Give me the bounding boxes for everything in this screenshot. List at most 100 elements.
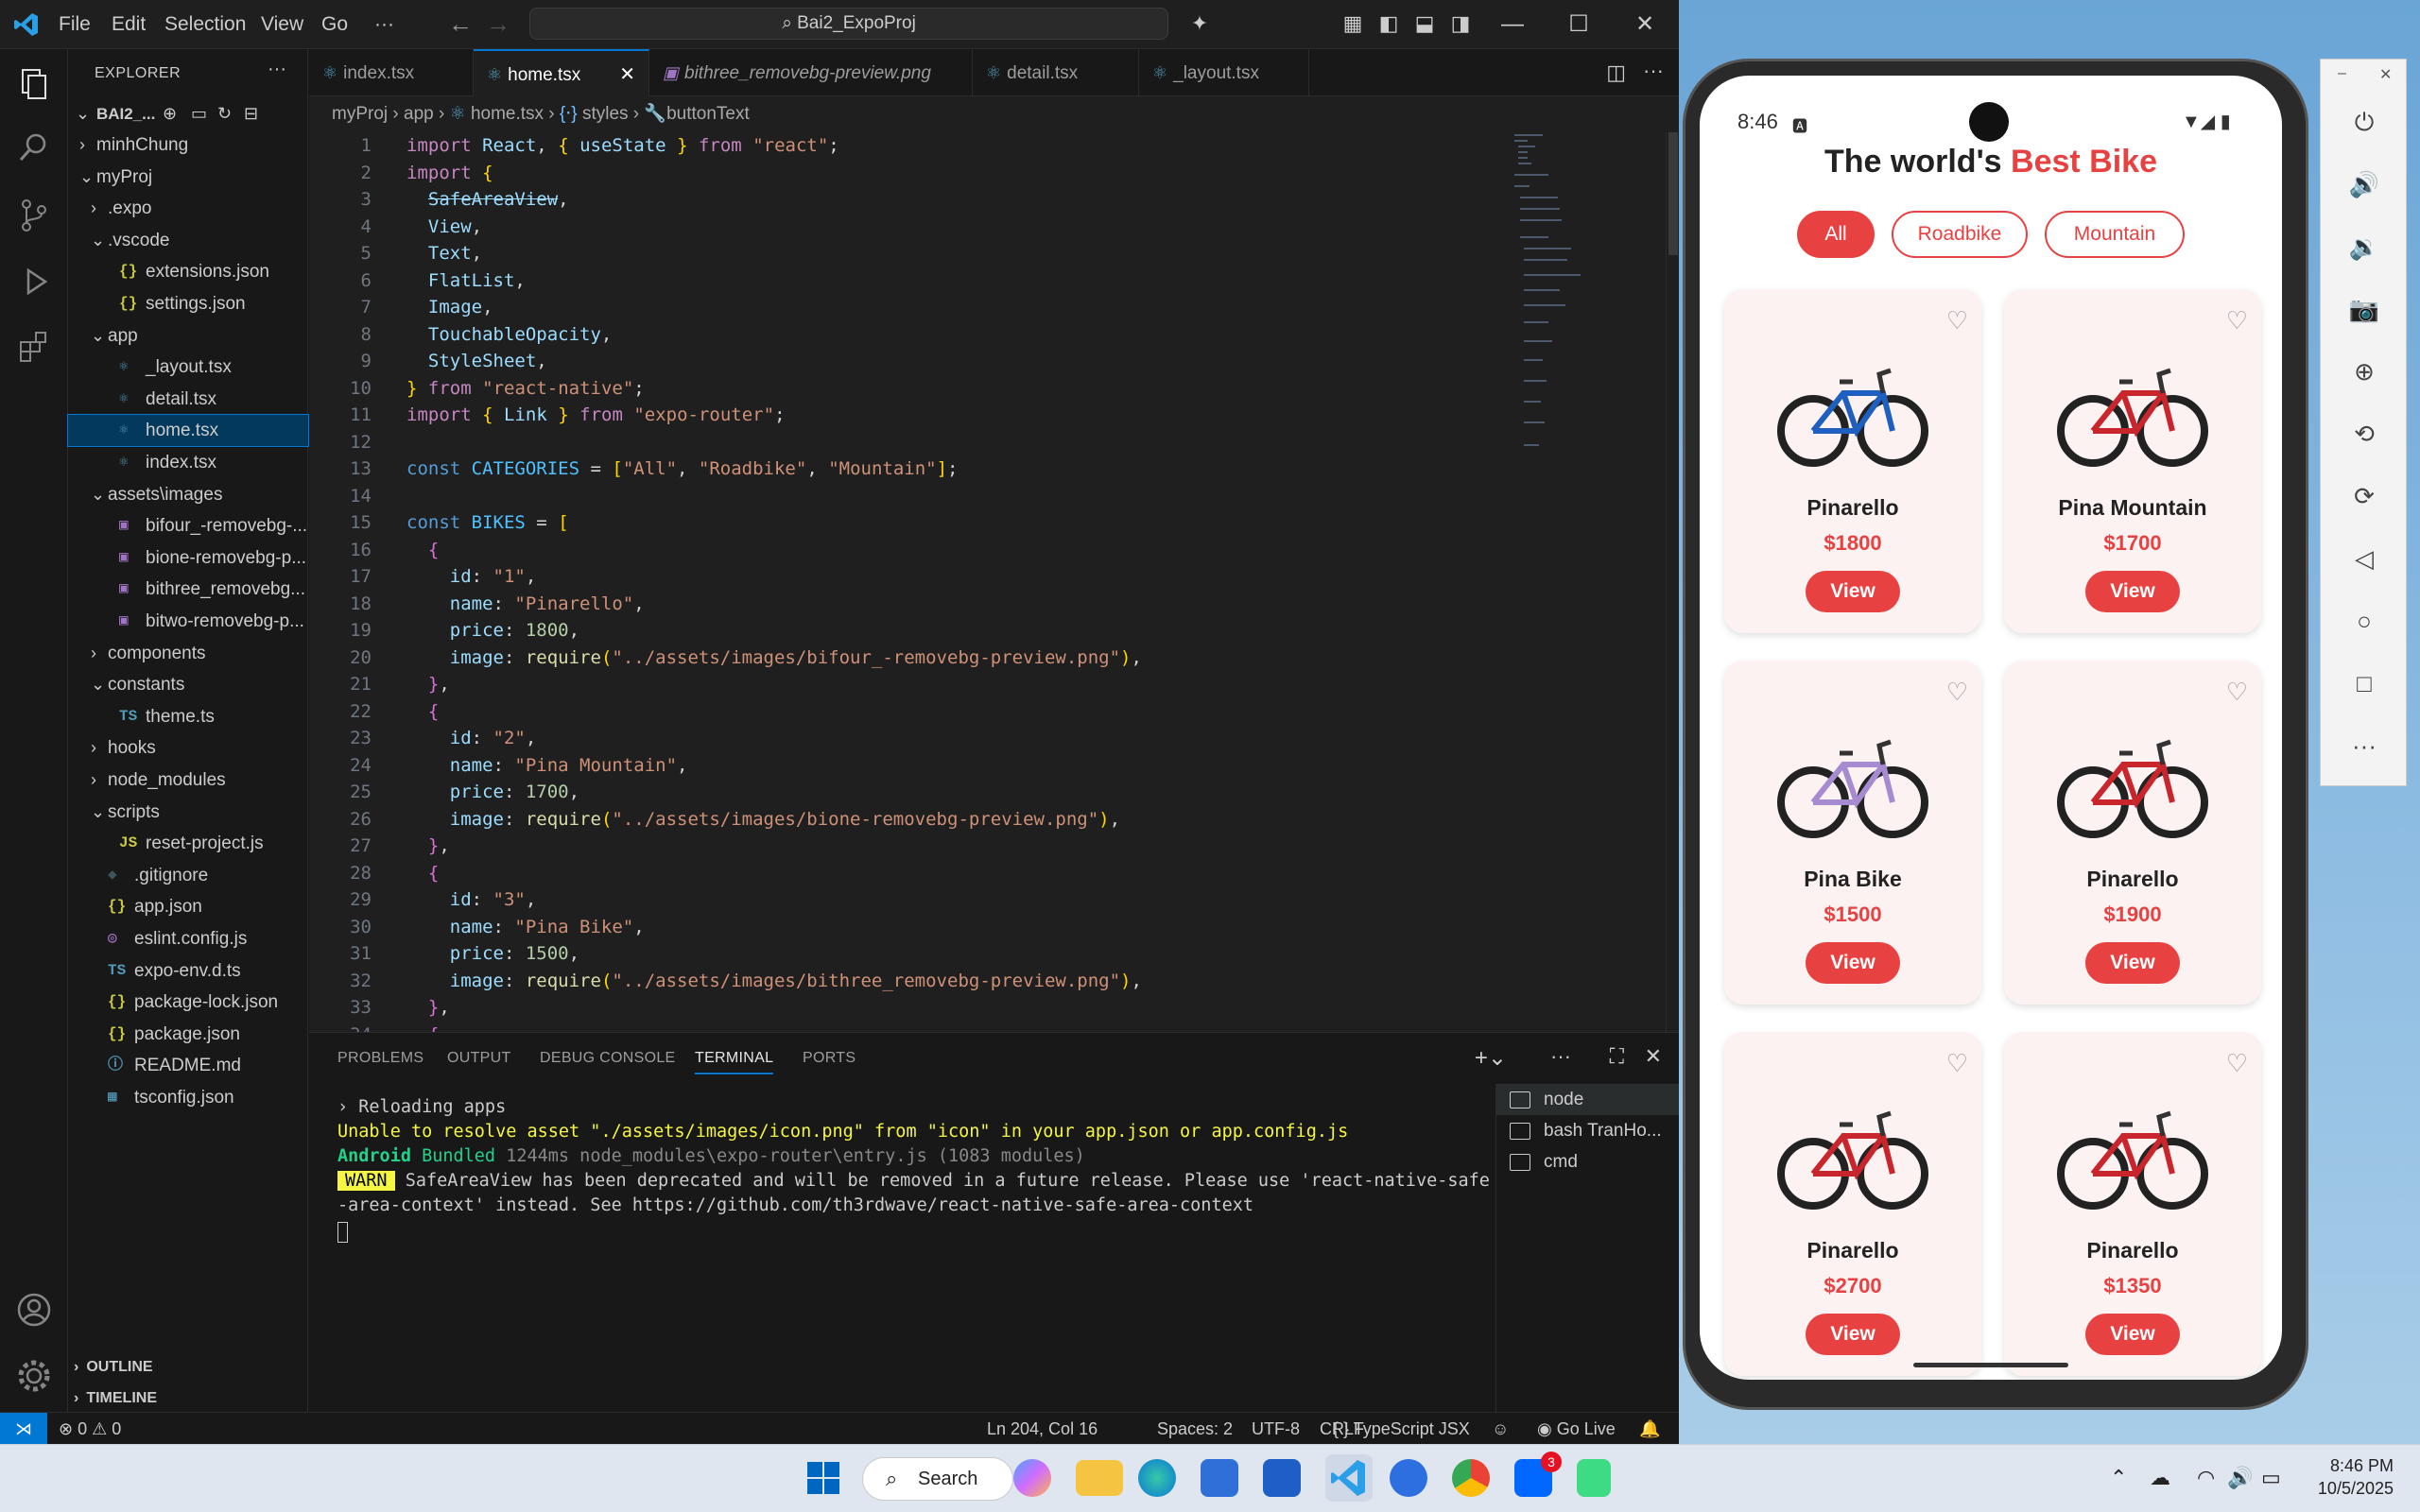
terminal-cmd[interactable]: cmd (1496, 1146, 1680, 1177)
problems-status[interactable]: ⊗ 0 ⚠ 0 (59, 1413, 121, 1445)
timeline-section[interactable]: › TIMELINE (68, 1383, 308, 1414)
copilot-status-icon[interactable]: ☺ (1492, 1413, 1509, 1445)
menu-selection[interactable]: Selection (164, 13, 246, 36)
tree-folder[interactable]: ⌄ assets\images (68, 479, 308, 510)
onedrive-cloud-icon[interactable]: ☁ (2150, 1466, 2170, 1490)
outline-section[interactable]: › OUTLINE (68, 1351, 308, 1383)
manage-gear-icon[interactable] (15, 1357, 53, 1395)
tab-home[interactable]: ⚛ home.tsx ✕ (474, 49, 649, 96)
rotate-left-icon[interactable]: ⟲ (2321, 415, 2408, 453)
new-terminal-icon[interactable]: +⌄ (1475, 1044, 1507, 1072)
bike-card[interactable]: ♡ Pinarello $1900 View (2004, 661, 2261, 1005)
account-icon[interactable] (15, 1291, 53, 1329)
chrome-icon[interactable] (1452, 1459, 1490, 1497)
power-icon[interactable]: ⏻ (2321, 103, 2408, 141)
file-explorer-icon[interactable] (1076, 1460, 1123, 1496)
tree-file[interactable]: TS theme.ts (68, 701, 308, 732)
panel-more-icon[interactable]: ··· (1550, 1044, 1571, 1069)
speaker-icon[interactable]: 🔊 (2227, 1466, 2253, 1490)
tree-folder[interactable]: ⌄ myProj (68, 162, 308, 193)
breadcrumb-item[interactable]: styles (582, 104, 629, 124)
tab-terminal[interactable]: TERMINAL (695, 1050, 774, 1074)
maximize-icon[interactable]: ☐ (1558, 8, 1599, 42)
terminal-cursor[interactable] (337, 1222, 348, 1243)
home-circle-icon[interactable]: ○ (2321, 602, 2408, 640)
minimize-icon[interactable]: — (1492, 8, 1533, 42)
go-live-button[interactable]: ◉ Go Live (1537, 1413, 1616, 1445)
tree-file[interactable]: {} settings.json (68, 288, 308, 319)
toggle-sidebar-icon[interactable]: ◧ (1376, 11, 1401, 36)
menu-go[interactable]: Go (321, 13, 348, 36)
tree-folder[interactable]: ⌄ .vscode (68, 225, 308, 256)
store-icon[interactable] (1201, 1459, 1238, 1497)
maximize-panel-icon[interactable]: ⛶ (1610, 1044, 1624, 1069)
android-emulator-icon[interactable] (1577, 1459, 1611, 1497)
tab-index[interactable]: ⚛ index.tsx (309, 49, 474, 96)
breadcrumb-item[interactable]: app (404, 104, 434, 124)
vscode-taskbar-icon[interactable] (1325, 1454, 1373, 1502)
tab-detail[interactable]: ⚛ detail.tsx (973, 49, 1139, 96)
tree-file[interactable]: ▣ bifour_-removebg-... (68, 510, 308, 541)
tab-layout[interactable]: ⚛ _layout.tsx (1139, 49, 1309, 96)
edge-browser-icon[interactable] (1138, 1459, 1176, 1497)
minimap[interactable] (1512, 132, 1588, 529)
indentation[interactable]: Spaces: 2 (1157, 1413, 1233, 1445)
zoom-icon[interactable]: ⊕ (2321, 352, 2408, 390)
volume-down-icon[interactable]: 🔉 (2321, 228, 2408, 266)
terminal-node[interactable]: node (1496, 1084, 1680, 1115)
taskbar-clock[interactable]: 8:46 PM 10/5/2025 (2318, 1454, 2394, 1500)
tab-debug-console[interactable]: DEBUG CONSOLE (540, 1050, 676, 1067)
windows-start-icon[interactable] (800, 1454, 847, 1502)
layout-icon[interactable]: ▦ (1340, 11, 1365, 36)
view-button[interactable]: View (2085, 571, 2180, 612)
tree-folder[interactable]: › hooks (68, 732, 308, 764)
remote-icon[interactable]: ⋊ (0, 1413, 47, 1445)
tree-file[interactable]: {} package.json (68, 1019, 308, 1050)
encoding[interactable]: UTF-8 (1252, 1413, 1300, 1445)
close-icon[interactable]: ✕ (1624, 8, 1666, 42)
category-all[interactable]: All (1797, 211, 1875, 258)
tree-file[interactable]: ⚛ detail.tsx (68, 384, 308, 415)
explorer-icon[interactable] (15, 64, 53, 102)
tree-folder[interactable]: › components (68, 638, 308, 669)
tree-file[interactable]: ⚛ home.tsx (67, 414, 309, 448)
tree-file[interactable]: ⚛ index.tsx (68, 447, 308, 478)
heart-icon[interactable]: ♡ (1946, 1049, 1968, 1078)
bike-card[interactable]: ♡ Pina Bike $1500 View (1724, 661, 1981, 1005)
code-editor[interactable]: 1 2 3 4 5 6 7 8 9 10 11 12 13 14 15 16 17 18 19 20 21 22 23 24 2… (309, 132, 1679, 1032)
zalo-icon[interactable]: 3 (1514, 1452, 1562, 1497)
visual-studio-icon[interactable] (1263, 1459, 1301, 1497)
toggle-secondary-sidebar-icon[interactable]: ◨ (1448, 11, 1473, 36)
breadcrumb-item[interactable]: myProj (332, 104, 388, 124)
editor-scrollbar[interactable] (1666, 132, 1679, 1032)
search-icon[interactable] (15, 129, 53, 166)
bike-card[interactable]: ♡ Pinarello $1350 View (2004, 1032, 2261, 1376)
gesture-bar[interactable] (1913, 1363, 2068, 1367)
tab-output[interactable]: OUTPUT (447, 1050, 511, 1067)
screenshot-camera-icon[interactable]: 📷 (2321, 290, 2408, 328)
tab-problems[interactable]: PROBLEMS (337, 1050, 424, 1067)
heart-icon[interactable]: ♡ (2226, 306, 2248, 335)
emulator-minimize-icon[interactable]: – (2338, 65, 2346, 82)
menu-edit[interactable]: Edit (112, 13, 146, 36)
collapse-all-icon[interactable]: ⊟ (244, 98, 258, 129)
tree-folder[interactable]: ⌄ scripts (68, 797, 308, 828)
tree-file[interactable]: ▦ tsconfig.json (68, 1082, 308, 1113)
chevron-up-icon[interactable]: ⌃ (2110, 1466, 2127, 1490)
tree-folder[interactable]: ⌄ constants (68, 669, 308, 700)
tree-file[interactable]: ▣ bitwo-removebg-p... (68, 606, 308, 637)
toggle-panel-icon[interactable]: ⬓ (1412, 11, 1437, 36)
tree-file[interactable]: {} package-lock.json (68, 987, 308, 1018)
close-panel-icon[interactable]: ✕ (1645, 1044, 1662, 1069)
bike-card[interactable]: ♡ Pinarello $2700 View (1724, 1032, 1981, 1376)
forward-arrow-icon[interactable]: → (486, 9, 510, 39)
menu-more[interactable]: ··· (374, 13, 394, 36)
explorer-more-icon[interactable]: ··· (268, 59, 286, 80)
heart-icon[interactable]: ♡ (1946, 306, 1968, 335)
tree-file[interactable]: ⓘ README.md (68, 1050, 308, 1081)
tree-folder[interactable]: › node_modules (68, 765, 308, 796)
tree-file[interactable]: JS reset-project.js (68, 828, 308, 859)
tree-file[interactable]: ▣ bione-removebg-p... (68, 542, 308, 574)
run-debug-icon[interactable] (15, 263, 53, 301)
breadcrumb-item[interactable]: buttonText (666, 104, 750, 124)
